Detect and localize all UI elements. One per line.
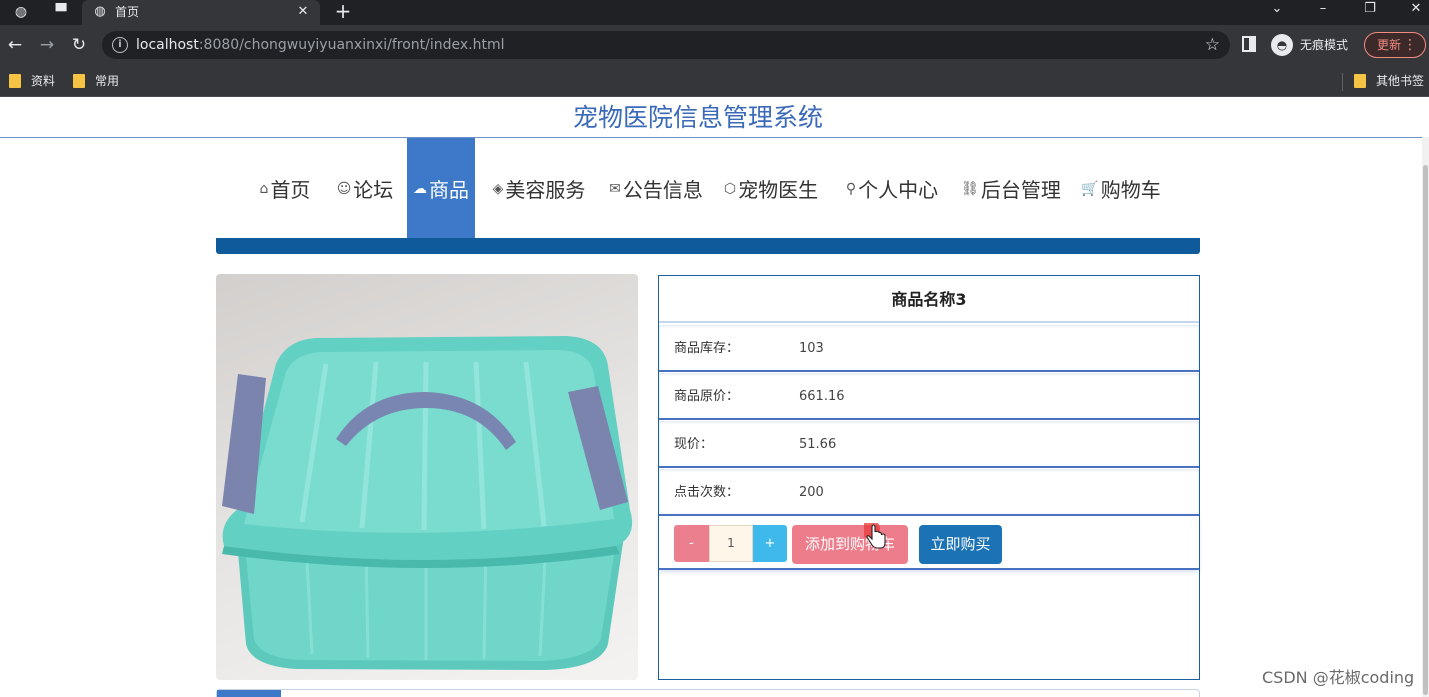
nav-item-grooming[interactable]: ◈ 美容服务 (485, 138, 593, 239)
graduation-cap-icon: ◈ (492, 180, 504, 197)
product-name: 商品名称3 (659, 276, 1199, 323)
site-info-icon[interactable]: i (112, 37, 128, 53)
page-viewport: 宠物医院信息管理系统 ⌂ 首页 ☺ 论坛 ☁ 商品 ◈ 美容服务 ✉ 公告信息 ⬡ 宠物医生… (0, 97, 1429, 697)
nav-label: 美容服务 (505, 178, 586, 202)
nav-underline-bar (216, 238, 1200, 254)
cart-icon: 🛒 (1081, 180, 1099, 197)
home-icon: ⌂ (259, 180, 269, 197)
detail-row-original-price: 商品原价： 661.16 (659, 373, 1199, 420)
folder-icon (1354, 74, 1366, 88)
link-icon: ⛓ (961, 180, 979, 197)
browser-tab[interactable]: ◍ 首页 ✕ (82, 0, 320, 25)
palette-icon: ☁ (413, 180, 427, 197)
nav-item-forum[interactable]: ☺ 论坛 (330, 138, 400, 239)
nav-item-profile[interactable]: ⚲ 个人中心 (838, 138, 946, 239)
nav-label: 论坛 (353, 178, 394, 202)
row-label: 点击次数： (674, 485, 740, 500)
main-nav: ⌂ 首页 ☺ 论坛 ☁ 商品 ◈ 美容服务 ✉ 公告信息 ⬡ 宠物医生 ⚲ 个人中心 ⛓ 后台管… (0, 138, 1422, 239)
bookmark-label: 资料 (31, 74, 56, 88)
nav-label: 首页 (270, 178, 311, 202)
incognito-icon[interactable]: ◓ (1271, 34, 1293, 56)
next-section-header (216, 689, 1200, 697)
quantity-increase-button[interactable]: + (753, 525, 787, 562)
nav-label: 购物车 (1100, 178, 1161, 202)
row-label: 现价： (674, 437, 714, 452)
bookmark-label: 其他书签 (1376, 74, 1425, 88)
row-value: 661.16 (799, 389, 845, 404)
forward-arrow-icon[interactable]: → (37, 35, 57, 55)
user-icon: ⚲ (845, 180, 857, 197)
browser-tab-strip: ◍ ▀ ◍ 首页 ✕ + ⌄ – ❐ ✕ (0, 0, 1429, 25)
section-tab-accent (217, 690, 281, 697)
side-panel-icon[interactable] (1242, 36, 1256, 52)
add-to-cart-button[interactable]: 添加到购物车 (792, 525, 908, 564)
row-value: 103 (799, 341, 824, 356)
hand-cursor-icon (864, 523, 886, 549)
storage-box-illustration (222, 336, 633, 670)
detail-row-stock: 商品库存： 103 (659, 325, 1199, 372)
incognito-label: 无痕模式 (1300, 38, 1349, 52)
nav-label: 宠物医生 (738, 178, 819, 202)
chevron-down-icon[interactable]: ⌄ (1254, 0, 1300, 25)
detail-row-current-price: 现价： 51.66 (659, 421, 1199, 468)
smile-icon: ☺ (336, 180, 352, 197)
nav-item-notices[interactable]: ✉ 公告信息 (602, 138, 710, 239)
back-arrow-icon[interactable]: ← (5, 35, 25, 55)
minimize-icon[interactable]: – (1300, 0, 1346, 25)
window-close-icon[interactable]: ✕ (1393, 0, 1429, 25)
row-value: 51.66 (799, 437, 837, 452)
row-label: 商品库存： (674, 341, 740, 356)
nav-item-products[interactable]: ☁ 商品 (407, 138, 475, 239)
folder-icon (9, 74, 21, 88)
product-image (216, 274, 638, 680)
folder-icon (73, 74, 85, 88)
update-button[interactable]: 更新 ⋮ (1364, 32, 1426, 58)
purchase-actions: - 1 + 添加到购物车 立即购买 (659, 517, 1199, 570)
restore-icon[interactable]: ❐ (1347, 0, 1393, 25)
close-tab-icon[interactable]: ✕ (294, 3, 312, 21)
page-favicon-icon: ◍ (94, 4, 106, 19)
bookmarks-divider (1342, 73, 1343, 91)
nav-label: 个人中心 (858, 178, 939, 202)
row-value: 200 (799, 485, 824, 500)
envelope-icon: ✉ (609, 180, 621, 197)
nav-label: 商品 (429, 178, 469, 202)
tab-list-icon[interactable]: ▀ (52, 3, 70, 21)
address-url[interactable]: localhost:8080/chongwuyiyuanxinxi/front/… (136, 37, 505, 53)
row-label: 商品原价： (674, 389, 740, 404)
new-tab-icon[interactable]: + (333, 1, 353, 21)
address-bar[interactable]: i localhost:8080/chongwuyiyuanxinxi/fron… (102, 31, 1230, 59)
cube-icon: ⬡ (723, 180, 737, 197)
reload-icon[interactable]: ↻ (69, 35, 89, 55)
browser-toolbar: ← → ↻ i localhost:8080/chongwuyiyuanxinx… (0, 25, 1429, 65)
nav-label: 公告信息 (622, 178, 703, 202)
nav-label: 后台管理 (980, 178, 1061, 202)
nav-item-cart[interactable]: 🛒 购物车 (1078, 138, 1164, 239)
site-title: 宠物医院信息管理系统 (572, 103, 823, 132)
quantity-decrease-button[interactable]: - (674, 525, 709, 562)
more-menu-icon[interactable]: ⋮ (1403, 36, 1417, 54)
detail-row-clicks: 点击次数： 200 (659, 469, 1199, 516)
quantity-input[interactable]: 1 (709, 525, 753, 562)
bookmark-star-icon[interactable]: ☆ (1205, 35, 1220, 55)
nav-item-home[interactable]: ⌂ 首页 (250, 138, 320, 239)
nav-item-admin[interactable]: ⛓ 后台管理 (956, 138, 1066, 239)
bookmark-label: 常用 (95, 74, 120, 88)
scrollbar-thumb[interactable] (1423, 165, 1428, 695)
globe-icon[interactable]: ◍ (12, 3, 30, 21)
update-label: 更新 (1377, 38, 1402, 52)
csdn-watermark: CSDN @花椒coding (1262, 668, 1415, 687)
nav-item-doctors[interactable]: ⬡ 宠物医生 (717, 138, 825, 239)
bookmarks-bar: 资料 常用 其他书签 (0, 65, 1429, 97)
product-detail-panel: 商品名称3 商品库存： 103 商品原价： 661.16 现价： 51.66 点… (658, 275, 1200, 680)
buy-now-button[interactable]: 立即购买 (919, 525, 1002, 564)
page-scrollbar[interactable] (1422, 137, 1429, 697)
tab-title: 首页 (115, 5, 140, 19)
